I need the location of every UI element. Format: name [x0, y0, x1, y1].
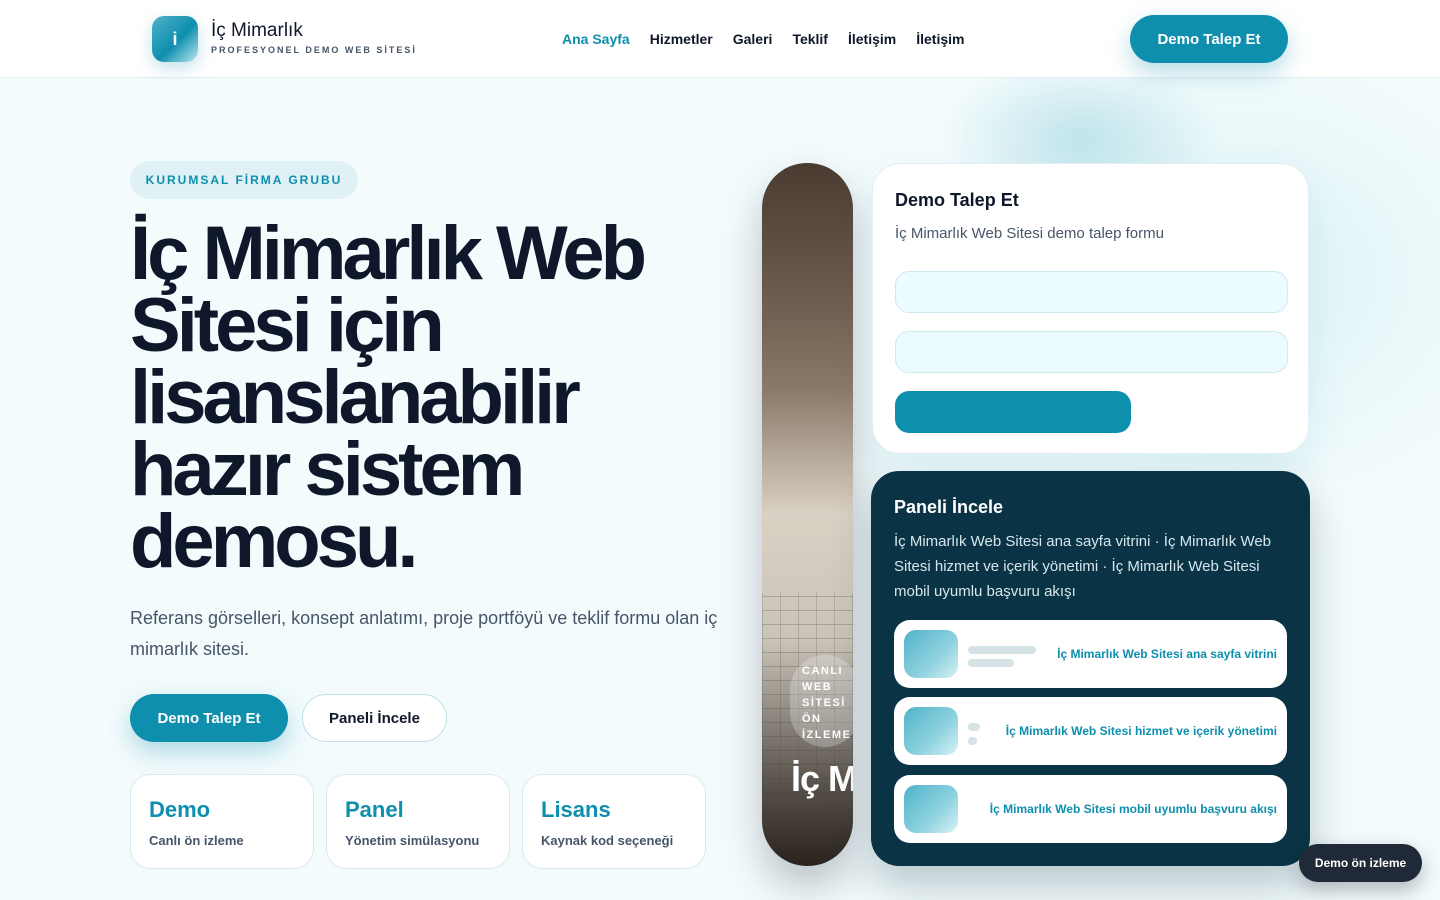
demo-form-card: Demo Talep Et İç Mimarlık Web Sitesi dem…	[872, 163, 1309, 454]
form-title: Demo Talep Et	[895, 190, 1019, 210]
demo-preview-pill[interactable]: Demo ön izleme	[1299, 844, 1422, 882]
placeholder-bar	[968, 723, 980, 731]
row-thumbnail	[904, 707, 958, 755]
main-nav: Ana Sayfa Hizmetler Galeri Teklif İletiş…	[562, 31, 964, 47]
form-submit-button[interactable]	[895, 391, 1131, 433]
stat-subtitle: Yönetim simülasyonu	[345, 833, 480, 848]
form-subtitle: İç Mimarlık Web Sitesi demo talep formu	[895, 225, 1164, 242]
stat-title: Lisans	[541, 797, 611, 822]
eyebrow-badge: KURUMSAL FİRMA GRUBU	[130, 161, 358, 199]
stat-title: Panel	[345, 797, 404, 822]
demo-request-button[interactable]: Demo Talep Et	[130, 694, 288, 742]
placeholder-bar	[968, 659, 1014, 667]
panel-preview-card: Paneli İncele İç Mimarlık Web Sitesi ana…	[871, 471, 1310, 866]
stat-subtitle: Canlı ön izleme	[149, 833, 244, 848]
nav-item-galeri[interactable]: Galeri	[733, 31, 773, 47]
name-input[interactable]	[895, 271, 1288, 313]
panel-title: Paneli İncele	[894, 497, 1004, 517]
header-demo-button[interactable]: Demo Talep Et	[1130, 15, 1288, 63]
nav-item-iletisim[interactable]: İletişim	[848, 31, 896, 47]
site-header: i İç Mimarlık PROFESYONEL DEMO WEB SİTES…	[0, 0, 1440, 78]
stat-title: Demo	[149, 797, 211, 822]
brand-name[interactable]: İç Mimarlık	[211, 20, 303, 42]
row-label: İç Mimarlık Web Sitesi mobil uyumlu başv…	[989, 802, 1277, 816]
review-panel-button[interactable]: Paneli İncele	[302, 694, 447, 742]
contact-input[interactable]	[895, 331, 1288, 373]
nav-item-teklif[interactable]: Teklif	[792, 31, 828, 47]
hero-description: Referans görselleri, konsept anlatımı, p…	[130, 608, 718, 659]
row-label: İç Mimarlık Web Sitesi hizmet ve içerik …	[1005, 724, 1277, 738]
panel-row[interactable]: İç Mimarlık Web Sitesi mobil uyumlu başv…	[894, 775, 1287, 843]
panel-row[interactable]: İç Mimarlık Web Sitesi hizmet ve içerik …	[894, 697, 1287, 765]
placeholder-bar	[968, 646, 1036, 654]
panel-row[interactable]: İç Mimarlık Web Sitesi ana sayfa vitrini	[894, 620, 1287, 688]
brand-subtitle: PROFESYONEL DEMO WEB SİTESİ	[211, 45, 417, 55]
nav-item-ana-sayfa[interactable]: Ana Sayfa	[562, 31, 630, 47]
row-thumbnail	[904, 785, 958, 833]
stat-subtitle: Kaynak kod seçeneği	[541, 833, 674, 848]
nav-item-iletisim-2[interactable]: İletişim	[916, 31, 964, 47]
hero-photo: CANLI WEB SİTESİ ÖN İZLEME İç Mimarlık	[762, 163, 853, 866]
nav-item-hizmetler[interactable]: Hizmetler	[650, 31, 713, 47]
stat-card-demo: Demo Canlı ön izleme	[130, 774, 314, 869]
row-thumbnail	[904, 630, 958, 678]
logo-icon[interactable]: i	[152, 16, 198, 62]
stat-card-panel: Panel Yönetim simülasyonu	[326, 774, 510, 869]
live-preview-badge: CANLI WEB SİTESİ ÖN İZLEME	[790, 655, 853, 747]
row-label: İç Mimarlık Web Sitesi ana sayfa vitrini	[1057, 647, 1277, 661]
photo-title: İç Mimarlık	[791, 758, 853, 799]
stat-card-license: Lisans Kaynak kod seçeneği	[522, 774, 706, 869]
hero-title: İç Mimarlık Web Sitesi için lisanslanabi…	[130, 211, 647, 584]
panel-description: İç Mimarlık Web Sitesi ana sayfa vitrini…	[894, 533, 1272, 600]
placeholder-bar	[968, 737, 977, 745]
